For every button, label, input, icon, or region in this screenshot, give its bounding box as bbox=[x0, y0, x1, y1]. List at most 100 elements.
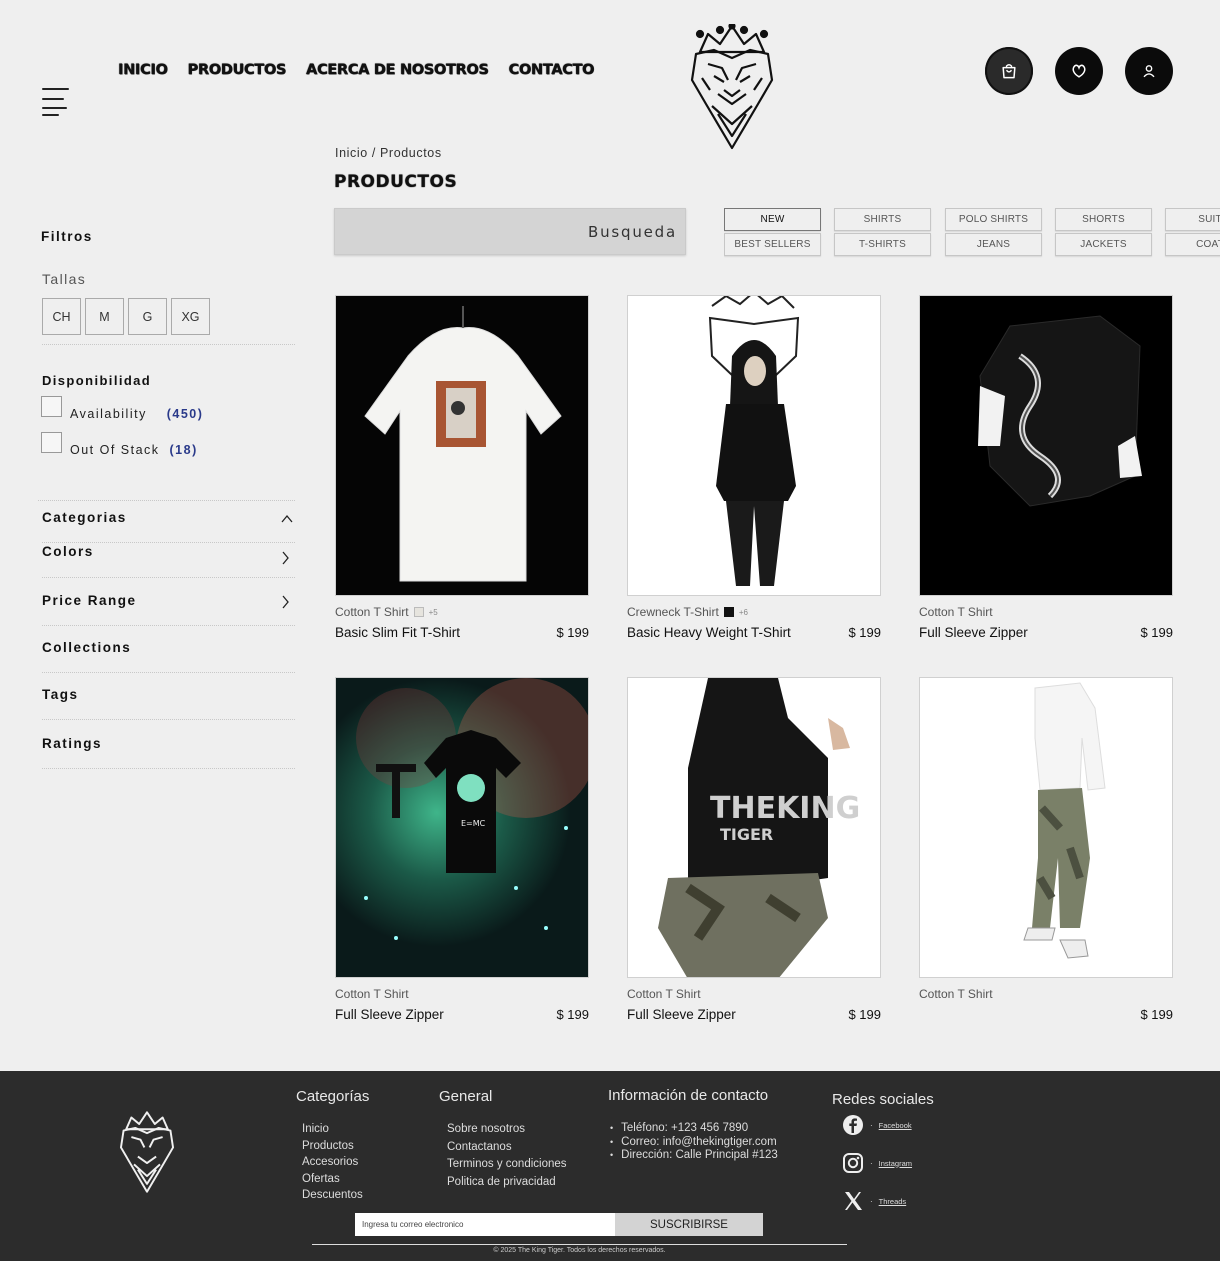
more-colors[interactable]: +6 bbox=[739, 608, 748, 617]
user-icon bbox=[1143, 65, 1155, 78]
out-of-stock-count: (18) bbox=[169, 443, 198, 457]
product-image[interactable]: E=MC bbox=[335, 677, 589, 978]
footer-link[interactable]: Sobre nosotros bbox=[447, 1121, 567, 1139]
out-of-stock-option: Out Of Stack (18) bbox=[70, 443, 198, 457]
color-swatch[interactable] bbox=[723, 607, 734, 617]
footer-link[interactable]: Productos bbox=[302, 1138, 363, 1155]
divider bbox=[42, 672, 295, 673]
hamburger-menu-icon[interactable] bbox=[42, 86, 72, 116]
footer-link[interactable]: Accesorios bbox=[302, 1154, 363, 1171]
size-ch[interactable]: CH bbox=[42, 298, 81, 335]
availability-checkbox[interactable] bbox=[41, 396, 62, 417]
product-category-label: Cotton T Shirt bbox=[335, 987, 409, 1001]
product-name[interactable]: Full Sleeve Zipper bbox=[919, 625, 1028, 640]
filter-price-range[interactable]: Price Range bbox=[42, 593, 137, 608]
size-g[interactable]: G bbox=[128, 298, 167, 335]
product-category-label: Cotton T Shirt bbox=[627, 987, 701, 1001]
footer-link[interactable]: Terminos y condiciones bbox=[447, 1156, 567, 1174]
search-input[interactable] bbox=[335, 209, 685, 254]
color-swatch[interactable] bbox=[413, 607, 424, 617]
chip-shorts[interactable]: SHORTS bbox=[1055, 208, 1152, 231]
divider bbox=[42, 719, 295, 720]
chip-jeans[interactable]: JEANS bbox=[945, 233, 1042, 256]
product-name[interactable]: Basic Heavy Weight T-Shirt bbox=[627, 625, 791, 640]
social-instagram[interactable]: · Instagram bbox=[842, 1152, 912, 1174]
chip-new[interactable]: NEW bbox=[724, 208, 821, 231]
product-image[interactable] bbox=[919, 295, 1173, 596]
footer-link[interactable]: Ofertas bbox=[302, 1171, 363, 1188]
footer-social-title: Redes sociales bbox=[832, 1091, 934, 1108]
product-name[interactable]: Full Sleeve Zipper bbox=[335, 1007, 444, 1022]
nav-link-contacto[interactable]: CONTACTO bbox=[509, 62, 595, 78]
footer-contact-list: Teléfono: +123 456 7890 Correo: info@the… bbox=[610, 1122, 778, 1163]
product-image[interactable]: THEKING TIGER bbox=[627, 677, 881, 978]
social-link-label[interactable]: Instagram bbox=[879, 1159, 912, 1168]
chip-coats[interactable]: COATS bbox=[1165, 233, 1220, 256]
filter-tags[interactable]: Tags bbox=[42, 687, 79, 702]
contact-phone: Teléfono: +123 456 7890 bbox=[610, 1122, 778, 1136]
size-m[interactable]: M bbox=[85, 298, 124, 335]
divider bbox=[42, 768, 295, 769]
footer-link[interactable]: Descuentos bbox=[302, 1187, 363, 1204]
chevron-up-icon[interactable] bbox=[281, 512, 293, 526]
social-facebook[interactable]: · Facebook bbox=[842, 1114, 912, 1136]
size-xg[interactable]: XG bbox=[171, 298, 210, 335]
chevron-right-icon[interactable] bbox=[279, 595, 291, 609]
chip-shirts[interactable]: SHIRTS bbox=[834, 208, 931, 231]
filter-colors[interactable]: Colors bbox=[42, 544, 94, 559]
filters-title: Filtros bbox=[41, 229, 93, 244]
favorites-button[interactable] bbox=[1055, 47, 1103, 95]
out-of-stock-checkbox[interactable] bbox=[41, 432, 62, 453]
tiger-crown-logo[interactable] bbox=[688, 24, 776, 150]
product-image[interactable] bbox=[627, 295, 881, 596]
footer-categories-list: Inicio Productos Accesorios Ofertas Desc… bbox=[302, 1121, 363, 1204]
chip-suits[interactable]: SUITS bbox=[1165, 208, 1220, 231]
product-name[interactable]: Full Sleeve Zipper bbox=[627, 1007, 736, 1022]
divider bbox=[42, 577, 295, 578]
footer-link[interactable]: Politica de privacidad bbox=[447, 1174, 567, 1192]
contact-address: Dirección: Calle Principal #123 bbox=[610, 1149, 778, 1163]
nav-link-productos[interactable]: PRODUCTOS bbox=[188, 62, 287, 78]
bullet: · bbox=[870, 1158, 873, 1168]
nav-link-inicio[interactable]: INICIO bbox=[118, 62, 168, 78]
newsletter-email-input[interactable] bbox=[355, 1213, 615, 1236]
chip-t-shirts[interactable]: T-SHIRTS bbox=[834, 233, 931, 256]
social-link-label[interactable]: Facebook bbox=[879, 1121, 912, 1130]
svg-text:E=MC: E=MC bbox=[461, 819, 486, 828]
social-link-label[interactable]: Threads bbox=[879, 1197, 907, 1206]
tiger-crown-logo[interactable] bbox=[118, 1111, 176, 1193]
breadcrumb: Inicio / Productos bbox=[335, 146, 442, 160]
more-colors[interactable]: +5 bbox=[429, 608, 438, 617]
svg-text:THEKING: THEKING bbox=[710, 791, 860, 826]
out-of-stock-label: Out Of Stack bbox=[70, 443, 160, 457]
filter-collections[interactable]: Collections bbox=[42, 640, 131, 655]
filter-ratings[interactable]: Ratings bbox=[42, 736, 102, 751]
chip-polo-shirts[interactable]: POLO SHIRTS bbox=[945, 208, 1042, 231]
breadcrumb-separator: / bbox=[367, 146, 380, 160]
bullet: · bbox=[870, 1196, 873, 1206]
chip-jackets[interactable]: JACKETS bbox=[1055, 233, 1152, 256]
sizes-label: Tallas bbox=[42, 271, 87, 287]
cart-button[interactable] bbox=[985, 47, 1033, 95]
footer-link[interactable]: Inicio bbox=[302, 1121, 363, 1138]
contact-email[interactable]: Correo: info@thekingtiger.com bbox=[610, 1136, 778, 1150]
subscribe-button[interactable]: SUSCRIBIRSE bbox=[615, 1213, 763, 1236]
product-name[interactable]: Basic Slim Fit T-Shirt bbox=[335, 625, 460, 640]
product-image[interactable] bbox=[335, 295, 589, 596]
footer-link[interactable]: Contactanos bbox=[447, 1139, 567, 1157]
shopping-bag-icon bbox=[1002, 64, 1016, 79]
product-category: Cotton T Shirt bbox=[919, 605, 993, 619]
breadcrumb-current: Productos bbox=[380, 146, 442, 160]
product-image[interactable] bbox=[919, 677, 1173, 978]
x-twitter-icon bbox=[845, 1192, 862, 1210]
product-card: Crewneck T-Shirt +6 Basic Heavy Weight T… bbox=[627, 295, 881, 655]
chevron-right-icon[interactable] bbox=[279, 551, 291, 565]
chip-best-sellers[interactable]: BEST SELLERS bbox=[724, 233, 821, 256]
social-x[interactable]: · Threads bbox=[842, 1190, 906, 1212]
product-price: $ 199 bbox=[556, 1007, 589, 1022]
account-button[interactable] bbox=[1125, 47, 1173, 95]
product-category: Crewneck T-Shirt +6 bbox=[627, 605, 748, 619]
filter-categorias[interactable]: Categorias bbox=[42, 510, 127, 525]
nav-link-acerca[interactable]: ACERCA DE NOSOTROS bbox=[306, 62, 489, 78]
breadcrumb-home[interactable]: Inicio bbox=[335, 146, 368, 160]
